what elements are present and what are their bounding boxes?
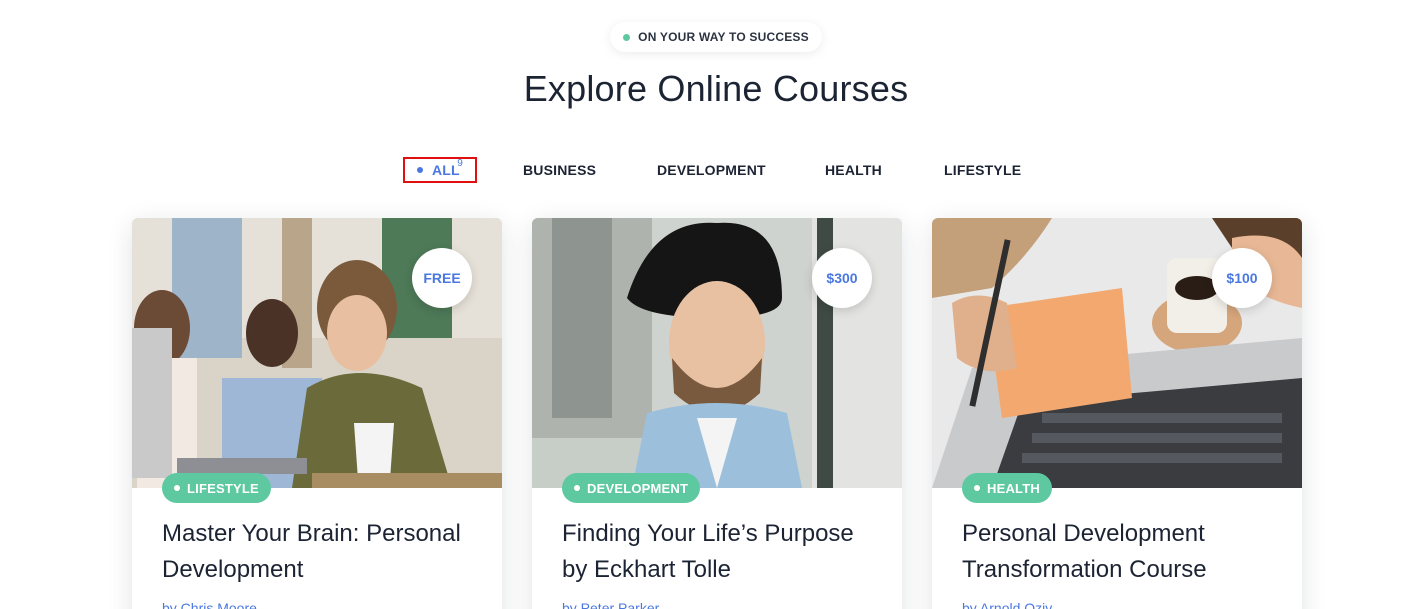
course-thumbnail[interactable]: FREE: [132, 218, 502, 488]
course-author[interactable]: by Peter Parker: [562, 600, 659, 609]
filter-tab-development[interactable]: DEVELOPMENT: [657, 157, 766, 183]
dot-icon: [974, 485, 980, 491]
category-label: DEVELOPMENT: [587, 480, 689, 496]
courses-page: ON YOUR WAY TO SUCCESS Explore Online Co…: [0, 0, 1411, 609]
course-author[interactable]: by Arnold Oziv: [962, 600, 1052, 609]
course-title[interactable]: Finding Your Life’s Purpose by Eckhart T…: [562, 516, 882, 588]
course-title[interactable]: Master Your Brain: Personal Development: [162, 516, 482, 588]
page-title: Explore Online Courses: [523, 68, 909, 109]
filter-tab-health[interactable]: HEALTH: [825, 157, 882, 183]
filter-tab-all[interactable]: ALL 9: [403, 157, 477, 183]
dot-icon: [574, 485, 580, 491]
category-badge[interactable]: LIFESTYLE: [162, 473, 271, 503]
category-badge[interactable]: HEALTH: [962, 473, 1052, 503]
course-card[interactable]: $300 DEVELOPMENT Finding Your Life’s Pur…: [532, 218, 902, 609]
eyebrow-text: ON YOUR WAY TO SUCCESS: [638, 30, 809, 44]
course-card[interactable]: FREE LIFESTYLE Master Your Brain: Person…: [132, 218, 502, 609]
course-author[interactable]: by Chris Moore: [162, 600, 257, 609]
price-badge: $300: [812, 248, 872, 308]
price-badge: $100: [1212, 248, 1272, 308]
filter-tab-label: ALL: [432, 162, 460, 178]
filter-count: 9: [457, 158, 463, 169]
filter-tab-business[interactable]: BUSINESS: [523, 157, 596, 183]
filter-tabs: ALL 9 BUSINESS DEVELOPMENT HEALTH LIFEST…: [0, 157, 1411, 187]
dot-icon: [417, 167, 423, 173]
course-title[interactable]: Personal Development Transformation Cour…: [962, 516, 1282, 588]
dot-icon: [174, 485, 180, 491]
course-thumbnail[interactable]: $300: [532, 218, 902, 488]
category-badge[interactable]: DEVELOPMENT: [562, 473, 701, 503]
eyebrow-pill: ON YOUR WAY TO SUCCESS: [610, 22, 822, 52]
category-label: LIFESTYLE: [187, 480, 259, 496]
dot-icon: [623, 33, 631, 41]
price-badge: FREE: [412, 248, 472, 308]
filter-tab-lifestyle[interactable]: LIFESTYLE: [944, 157, 1021, 183]
category-label: HEALTH: [987, 480, 1040, 496]
course-card[interactable]: $100 HEALTH Personal Development Transfo…: [932, 218, 1302, 609]
course-thumbnail[interactable]: $100: [932, 218, 1302, 488]
